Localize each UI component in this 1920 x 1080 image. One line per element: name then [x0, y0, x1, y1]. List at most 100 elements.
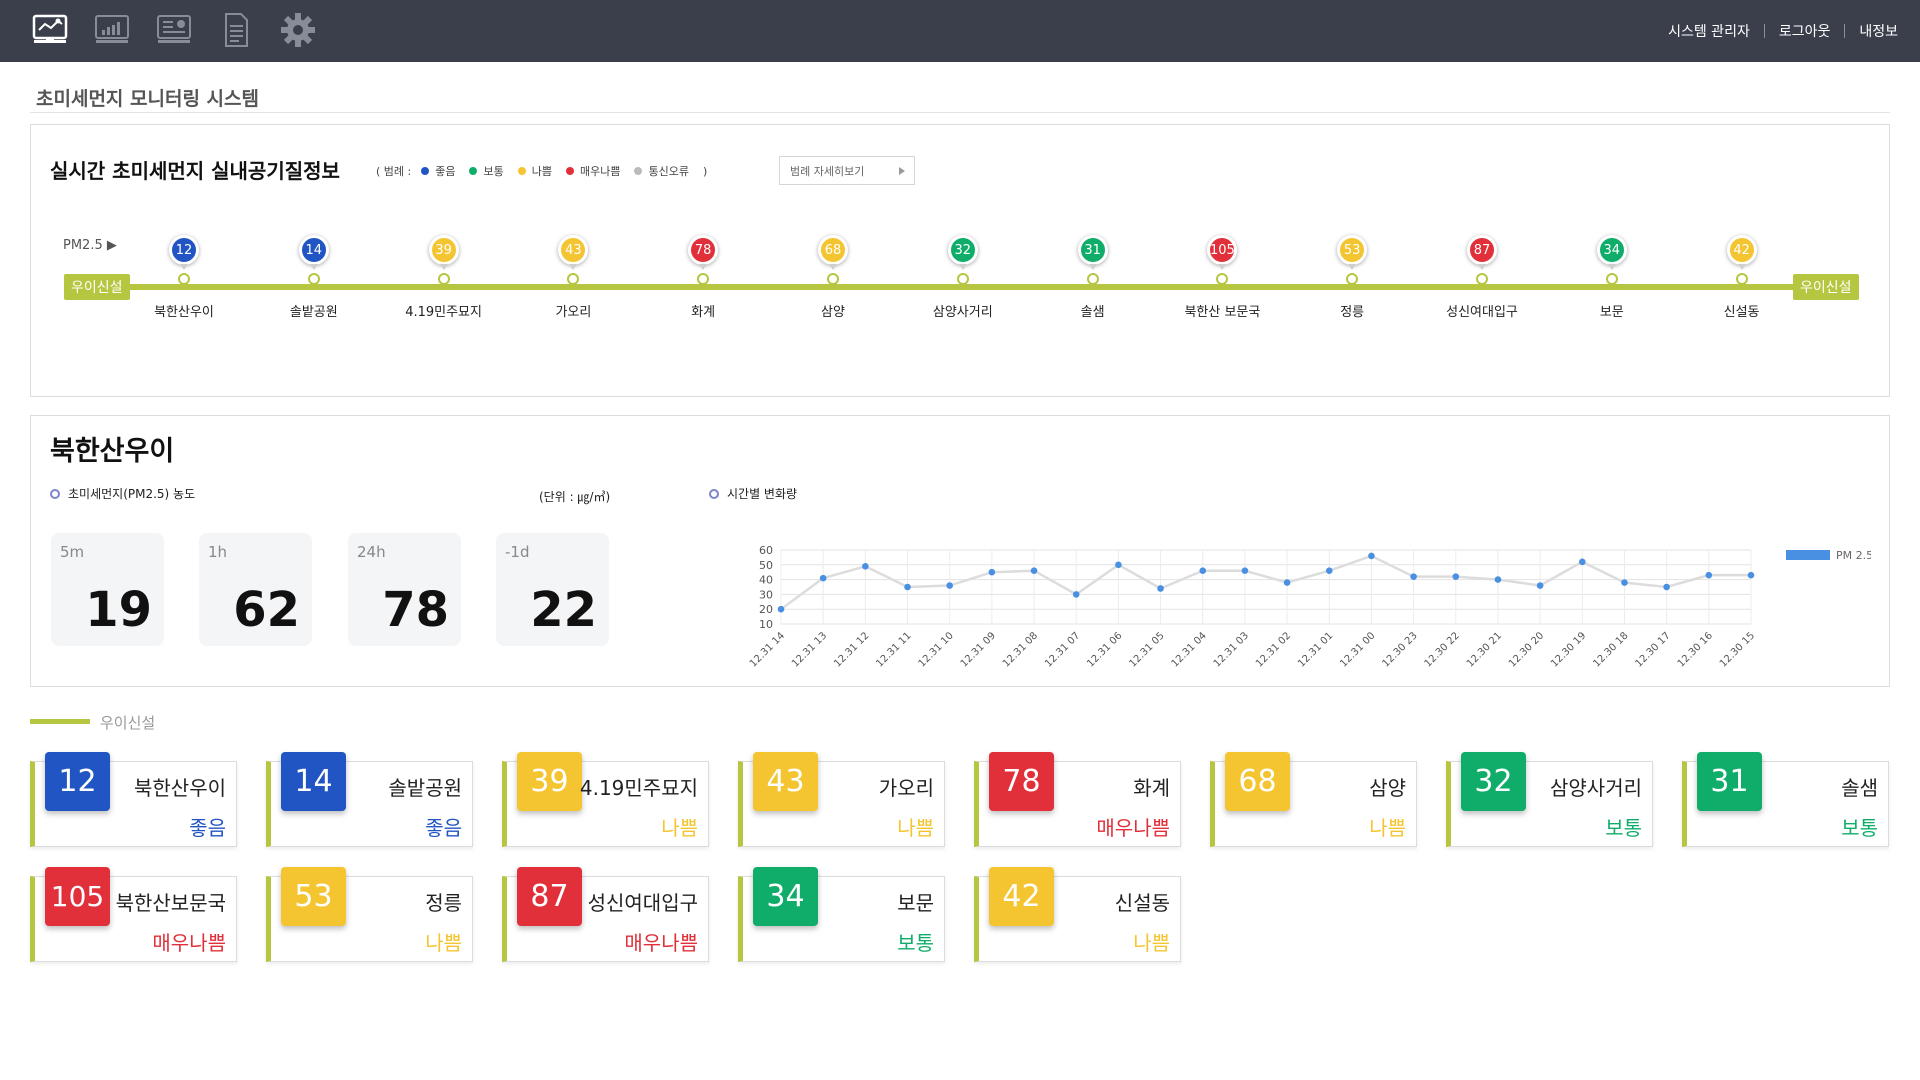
station-marker[interactable]: 34 보문: [1547, 235, 1677, 320]
data-point: [1747, 571, 1755, 579]
station-card[interactable]: 42 신설동 나쁨: [974, 867, 1181, 962]
station-name: 솔밭공원: [289, 305, 338, 320]
station-name: 성신여대입구: [1446, 305, 1518, 320]
station-name: 4.19민주묘지: [405, 305, 482, 320]
data-point: [1410, 573, 1417, 580]
legend-item-error: 통신오류: [634, 163, 689, 179]
station-marker[interactable]: 42 신설동: [1677, 235, 1807, 320]
station-pm-value: 42: [1726, 235, 1757, 270]
station-card[interactable]: 39 4.19민주묘지 나쁨: [502, 752, 709, 847]
card-station-name: 4.19민주묘지: [579, 776, 698, 800]
station-marker[interactable]: 53 정릉: [1287, 235, 1417, 320]
station-card[interactable]: 12 북한산우이 좋음: [30, 752, 237, 847]
station-marker[interactable]: 68 삼양: [768, 235, 898, 320]
station-marker[interactable]: 39 4.19민주묘지: [379, 235, 509, 320]
legend: ( 범례 : 좋음 보통 나쁨 매우나쁨 통신오류 ): [376, 163, 707, 179]
pm-value-badge: 78: [989, 752, 1054, 811]
user-links: 시스템 관리자 로그아웃 내정보: [1668, 0, 1898, 62]
station-card[interactable]: 32 삼양사거리 보통: [1446, 752, 1653, 847]
data-point: [1663, 583, 1670, 591]
station-marker[interactable]: 14 솔밭공원: [249, 235, 379, 320]
station-card[interactable]: 78 화계 매우나쁨: [974, 752, 1181, 847]
station-marker[interactable]: 31 솔샘: [1028, 235, 1158, 320]
legend-dot: [517, 167, 526, 175]
x-tick-label: 12.31 08: [1001, 630, 1040, 669]
circle-bullet-icon: [50, 488, 60, 499]
legend-label: 좋음: [435, 165, 456, 178]
station-card[interactable]: 68 삼양 나쁨: [1210, 752, 1417, 847]
data-point: [1452, 573, 1460, 580]
page-title: 초미세먼지 모니터링 시스템: [36, 88, 259, 110]
x-tick-label: 12.31 14: [748, 630, 787, 669]
station-pm-value: 43: [558, 235, 589, 270]
line-chart-icon[interactable]: [92, 10, 132, 50]
station-card[interactable]: 34 보문 보통: [738, 867, 945, 962]
data-point: [1579, 558, 1586, 566]
legend-item-verybad: 매우나쁨: [565, 163, 620, 179]
station-marker[interactable]: 87 성신여대입구: [1417, 235, 1547, 320]
station-pm-value: 53: [1337, 235, 1368, 270]
station-pm-value: 87: [1467, 235, 1497, 270]
x-tick-label: 12.31 13: [790, 630, 829, 669]
data-point: [1157, 585, 1164, 592]
detail-panel: 북한산우이 초미세먼지(PM2.5) 농도 (단위 : ㎍/㎥) 시간별 변화량…: [30, 415, 1890, 687]
card-status: 매우나쁨: [152, 931, 226, 955]
station-marker[interactable]: 12 북한산우이: [119, 235, 249, 320]
nav-icon-group: [30, 10, 318, 50]
card-station-name: 정릉: [425, 891, 462, 915]
monitor-dashboard-icon[interactable]: [30, 10, 70, 50]
station-name: 가오리: [555, 305, 592, 320]
my-info-link[interactable]: 내정보: [1859, 21, 1898, 41]
data-point: [1621, 579, 1628, 586]
station-card[interactable]: 87 성신여대입구 매우나쁨: [502, 867, 709, 962]
station-card[interactable]: 43 가오리 나쁨: [738, 752, 945, 847]
data-point: [862, 562, 869, 570]
legend-dot: [469, 167, 478, 175]
station-node: [697, 273, 710, 285]
station-name: 북한산우이: [154, 305, 214, 320]
series-line: [780, 554, 1751, 611]
x-tick-label: 12.30 23: [1380, 630, 1419, 669]
legend-dot: [421, 167, 430, 175]
card-station-name: 북한산보문국: [115, 891, 226, 915]
station-marker[interactable]: 78 화계: [638, 235, 768, 320]
card-status: 나쁨: [661, 816, 698, 840]
data-point: [1494, 576, 1502, 583]
x-tick-label: 12.31 05: [1127, 630, 1166, 669]
station-marker[interactable]: 32 삼양사거리: [898, 235, 1028, 320]
legend-label: 나쁨: [531, 165, 552, 178]
station-node: [1605, 273, 1618, 285]
station-marker[interactable]: 105 북한산 보문국: [1157, 235, 1287, 320]
station-card[interactable]: 31 솔샘 보통: [1682, 752, 1889, 847]
pm-value-badge: 43: [753, 752, 818, 811]
station-marker[interactable]: 43 가오리: [508, 235, 638, 320]
data-point: [819, 574, 827, 582]
y-tick-label: 20: [759, 603, 773, 616]
station-card[interactable]: 105 북한산보문국 매우나쁨: [30, 867, 237, 962]
logout-link[interactable]: 로그아웃: [1779, 21, 1831, 41]
legend-dot: [634, 167, 643, 175]
gear-icon[interactable]: [278, 10, 318, 50]
x-tick-label: 12.31 07: [1043, 630, 1082, 669]
presentation-chart-icon[interactable]: [154, 10, 194, 50]
x-tick-label: 12.31 06: [1085, 630, 1124, 669]
card-status: 나쁨: [1369, 816, 1406, 840]
concentration-label: 초미세먼지(PM2.5) 농도: [50, 485, 195, 502]
station-card[interactable]: 14 솔밭공원 좋음: [266, 752, 473, 847]
card-status: 매우나쁨: [1096, 816, 1170, 840]
station-pm-value: 105: [1207, 235, 1238, 270]
avg-period: -1d: [505, 543, 530, 561]
data-point: [904, 583, 911, 591]
station-card[interactable]: 53 정릉 나쁨: [266, 867, 473, 962]
station-pm-value: 68: [818, 235, 848, 270]
x-tick-label: 12.30 15: [1718, 630, 1757, 669]
x-tick-label: 12.31 03: [1212, 630, 1251, 669]
legend-detail-button[interactable]: 범례 자세히보기: [779, 156, 915, 185]
legend-label: 통신오류: [648, 165, 689, 178]
document-icon[interactable]: [216, 10, 256, 50]
avg-value: 22: [530, 582, 597, 638]
legend-item-normal: 보통: [469, 163, 504, 179]
card-status: 보통: [1605, 816, 1642, 840]
admin-link[interactable]: 시스템 관리자: [1668, 21, 1750, 41]
x-tick-label: 12.31 02: [1254, 630, 1293, 669]
